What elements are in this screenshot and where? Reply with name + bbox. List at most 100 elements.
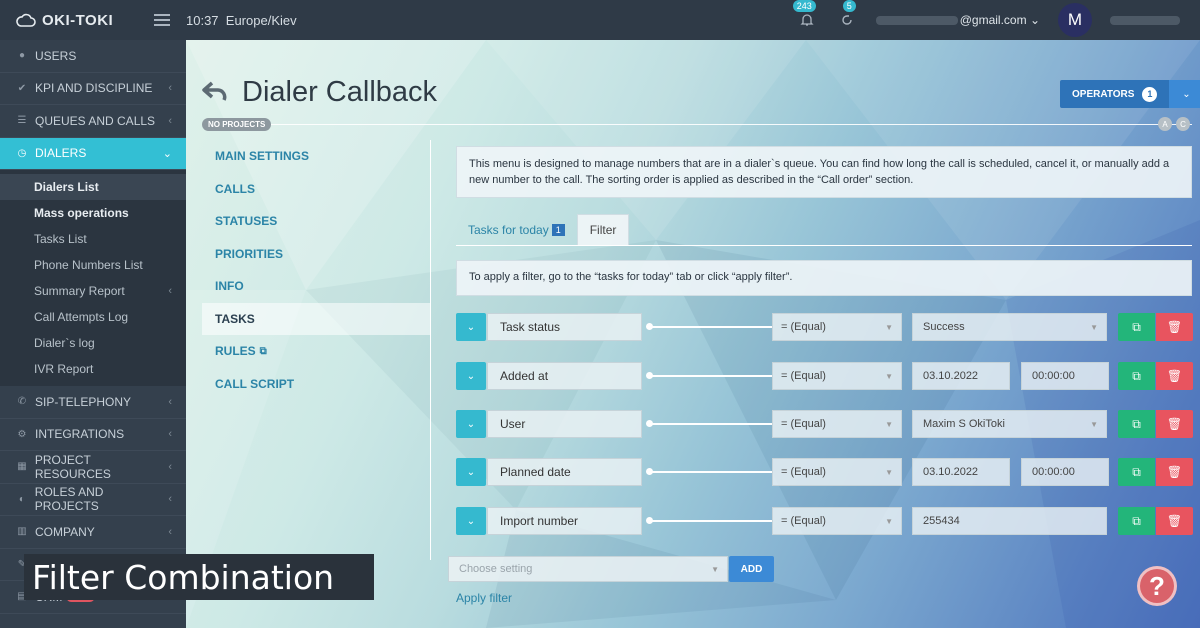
- page-title: Dialer Callback: [242, 76, 438, 108]
- sidebar-item-roles[interactable]: ◐ ROLES AND PROJECTS ‹: [0, 484, 186, 516]
- tab-filter[interactable]: Filter: [576, 214, 630, 245]
- sidebar-item-queues[interactable]: ☰ QUEUES AND CALLS ‹: [0, 105, 186, 138]
- copy-button[interactable]: ⧉: [1118, 313, 1155, 341]
- filter-field: Task status: [487, 313, 642, 341]
- choose-setting-select[interactable]: Choose setting ▼: [448, 556, 728, 582]
- chevron-down-icon[interactable]: ⌄: [456, 410, 486, 438]
- trash-icon: 🗑: [1166, 465, 1183, 479]
- chevron-down-icon[interactable]: ⌄: [456, 313, 486, 341]
- submenu-mass-operations[interactable]: Mass operations: [0, 200, 186, 226]
- sidebar-item-label: QUEUES AND CALLS: [35, 113, 156, 128]
- nav-info[interactable]: INFO: [202, 270, 430, 303]
- filter-field: Added at: [487, 362, 642, 390]
- sidebar-item-users[interactable]: ● USERS: [0, 40, 186, 73]
- apply-filter-link[interactable]: Apply filter: [456, 591, 512, 605]
- user-email-dropdown[interactable]: @gmail.com ⌄: [875, 13, 1040, 27]
- time-input[interactable]: 00:00:00: [1021, 458, 1109, 486]
- delete-button[interactable]: 🗑: [1156, 507, 1193, 535]
- nav-statuses[interactable]: STATUSES: [202, 205, 430, 238]
- copy-button[interactable]: ⧉: [1118, 507, 1155, 535]
- submenu-dialers-log[interactable]: Dialer`s log: [0, 330, 186, 356]
- add-button[interactable]: ADD: [729, 556, 774, 582]
- nav-tasks[interactable]: TASKS: [202, 302, 430, 335]
- submenu-summary-report[interactable]: Summary Report ‹: [0, 278, 186, 304]
- submenu-call-attempts[interactable]: Call Attempts Log: [0, 304, 186, 330]
- bell-icon: [800, 14, 814, 26]
- chevron-down-icon[interactable]: ⌄: [456, 458, 486, 486]
- toggle-icon: ◐: [18, 493, 25, 505]
- timezone: Europe/Kiev: [225, 12, 297, 28]
- condition-select[interactable]: = (Equal) ▼: [772, 507, 902, 535]
- sidebar-item-sip[interactable]: ✆ SIP-TELEPHONY ‹: [0, 386, 186, 419]
- back-arrow-icon[interactable]: [202, 80, 228, 102]
- chevron-down-icon[interactable]: ⌄: [456, 507, 486, 535]
- caret-down-icon: ▼: [885, 371, 893, 381]
- date-input[interactable]: 03.10.2022: [912, 362, 1010, 390]
- condition-select[interactable]: = (Equal) ▼: [772, 410, 902, 438]
- value-select[interactable]: Success ▼: [912, 313, 1107, 341]
- trash-icon: 🗑: [1166, 369, 1183, 383]
- condition-select[interactable]: = (Equal) ▼: [772, 362, 902, 390]
- tab-count: 1: [551, 223, 565, 236]
- filter-field: User: [487, 410, 642, 438]
- caret-down-icon: ▼: [885, 467, 893, 477]
- clock: 10:37 Europe/Kiev: [186, 13, 297, 28]
- chevron-down-icon[interactable]: ⌄: [456, 362, 486, 390]
- time-input[interactable]: 00:00:00: [1021, 362, 1109, 390]
- connector-line: [650, 520, 772, 522]
- delete-button[interactable]: 🗑: [1156, 458, 1193, 486]
- help-button[interactable]: ?: [1137, 566, 1177, 606]
- copy-button[interactable]: ⧉: [1118, 410, 1155, 438]
- copy-button[interactable]: ⧉: [1118, 458, 1155, 486]
- copy-icon: ⧉: [1132, 368, 1141, 383]
- sidebar-item-company[interactable]: ▥ COMPANY ‹: [0, 516, 186, 549]
- copy-button[interactable]: ⧉: [1118, 362, 1155, 390]
- condition-value: = (Equal): [781, 321, 826, 333]
- value-input[interactable]: 255434: [912, 507, 1107, 535]
- tab-tasks-for-today[interactable]: Tasks for today 1: [456, 214, 577, 245]
- condition-value: = (Equal): [781, 466, 826, 478]
- nav-call-script[interactable]: CALL SCRIPT: [202, 368, 430, 401]
- sidebar-item-project-resources[interactable]: ▦ PROJECT RESOURCES ‹: [0, 451, 186, 484]
- connector-line: [650, 471, 772, 473]
- projects-divider: [202, 124, 1192, 125]
- nav-calls[interactable]: CALLS: [202, 173, 430, 206]
- delete-button[interactable]: 🗑: [1156, 313, 1193, 341]
- operators-button[interactable]: OPERATORS 1 ⌄: [1060, 80, 1200, 108]
- value-select[interactable]: Maxim S OkiToki ▼: [912, 410, 1107, 438]
- chevron-left-icon: ‹: [168, 285, 172, 297]
- tasks-indicator[interactable]: 5: [836, 0, 858, 31]
- check-icon: ✔: [17, 82, 27, 94]
- sidebar-item-kpi[interactable]: ✔ KPI AND DISCIPLINE ‹: [0, 73, 186, 105]
- delete-button[interactable]: 🗑: [1156, 362, 1193, 390]
- filter-row: ⌄ Planned date = (Equal) ▼ 03.10.2022 00:…: [456, 458, 1193, 486]
- delete-button[interactable]: 🗑: [1156, 410, 1193, 438]
- value-text: Success: [923, 321, 965, 333]
- list-icon: ☰: [17, 115, 27, 127]
- sidebar-item-integrations[interactable]: ⚙ INTEGRATIONS ‹: [0, 419, 186, 451]
- submenu-tasks-list[interactable]: Tasks List: [0, 226, 186, 252]
- condition-select[interactable]: = (Equal) ▼: [772, 458, 902, 486]
- caret-down-icon: ▼: [885, 516, 893, 526]
- menu-toggle-icon[interactable]: [154, 14, 170, 26]
- user-icon: ●: [18, 50, 26, 62]
- email-redacted: [875, 16, 958, 26]
- condition-select[interactable]: = (Equal) ▼: [772, 313, 902, 341]
- submenu-phone-numbers[interactable]: Phone Numbers List: [0, 252, 186, 278]
- chevron-down-icon[interactable]: ⌄: [1169, 80, 1200, 108]
- nav-rules[interactable]: RULES ⧉: [202, 335, 430, 368]
- submenu-ivr-report[interactable]: IVR Report: [0, 356, 186, 382]
- date-input[interactable]: 03.10.2022: [912, 458, 1010, 486]
- badge-a[interactable]: A: [1158, 117, 1172, 131]
- external-link-icon: ⧉: [259, 345, 267, 357]
- badge-c[interactable]: C: [1176, 117, 1190, 131]
- avatar[interactable]: M: [1058, 3, 1092, 37]
- copy-icon: ⧉: [1132, 513, 1141, 528]
- nav-priorities[interactable]: PRIORITIES: [202, 238, 430, 271]
- sidebar-item-dialers[interactable]: ◷ DIALERS ⌄: [0, 137, 186, 170]
- top-bar: OKI-TOKI 10:37 Europe/Kiev 243 5 @gmail.…: [0, 0, 1200, 40]
- notifications-bell[interactable]: 243: [792, 0, 818, 31]
- submenu-dialers-list[interactable]: Dialers List: [0, 174, 186, 200]
- nav-main-settings[interactable]: MAIN SETTINGS: [202, 140, 430, 173]
- operators-text: OPERATORS: [1072, 88, 1135, 100]
